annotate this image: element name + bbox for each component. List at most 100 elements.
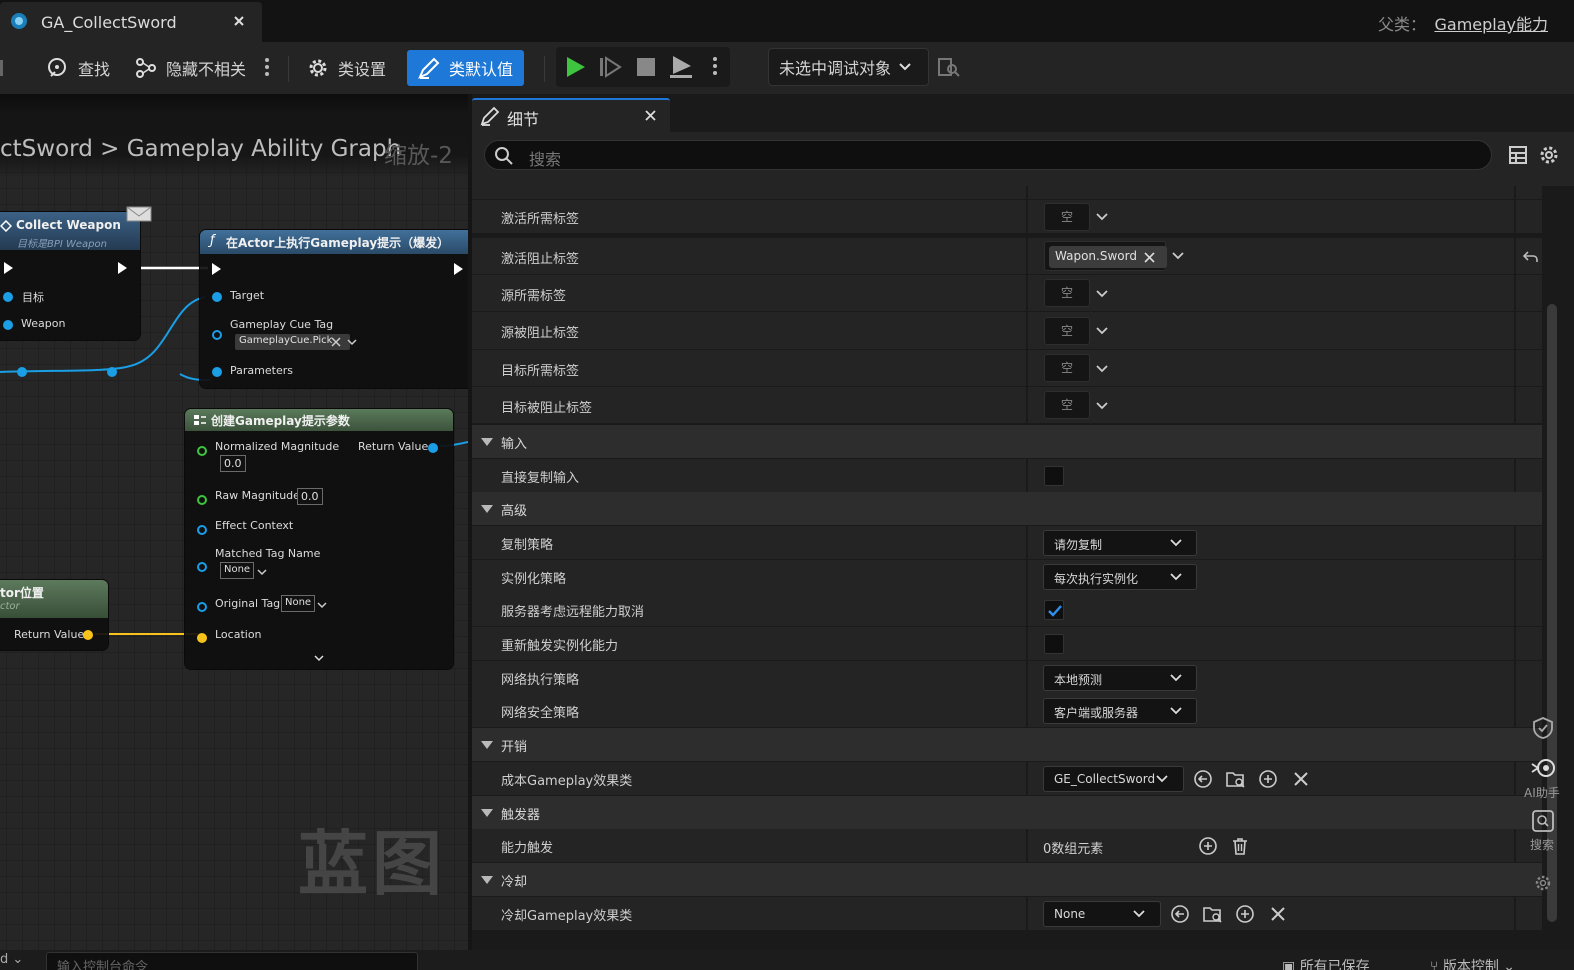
console-mode-select[interactable]: d ⌄ bbox=[0, 952, 23, 967]
remove-tag-icon[interactable] bbox=[1144, 252, 1155, 263]
chevron-down-icon[interactable] bbox=[1096, 213, 1108, 223]
exec-in-pin[interactable] bbox=[4, 262, 13, 274]
version-control-button[interactable]: ⑂ 版本控制 ⌄ bbox=[1430, 956, 1515, 970]
node-make-cue-parameters[interactable]: 创建Gameplay提示参数 Normalized Magnitude 0.0 … bbox=[185, 409, 453, 669]
settings-gear-icon[interactable] bbox=[1538, 144, 1560, 166]
tag-container-empty[interactable]: 空 bbox=[1044, 317, 1090, 345]
document-tab[interactable]: GA_CollectSword bbox=[0, 2, 262, 42]
category-input[interactable]: 输入 bbox=[472, 425, 1542, 459]
row-replication-policy: 复制策略 请勿复制 bbox=[472, 526, 1542, 560]
normalized-magnitude-pin[interactable] bbox=[197, 446, 207, 456]
raw-magnitude-pin[interactable] bbox=[197, 495, 207, 505]
class-defaults-button[interactable]: 类默认值 bbox=[407, 50, 524, 86]
find-button[interactable]: 查找 bbox=[38, 50, 118, 86]
add-element-icon[interactable] bbox=[1198, 836, 1218, 856]
original-tag-select[interactable]: None bbox=[281, 595, 316, 612]
location-pin[interactable] bbox=[197, 633, 207, 643]
chevron-down-icon[interactable] bbox=[317, 602, 327, 609]
save-status[interactable]: ▣ 所有已保存 bbox=[1282, 956, 1370, 970]
step-icon[interactable] bbox=[598, 55, 622, 79]
remove-tag-icon[interactable] bbox=[331, 337, 341, 347]
reset-to-default-icon[interactable] bbox=[1523, 250, 1539, 264]
weapon-pin[interactable] bbox=[3, 320, 13, 330]
ai-assistant-icon[interactable] bbox=[1530, 756, 1558, 780]
eject-possess-icon[interactable] bbox=[668, 53, 694, 79]
blueprint-graph[interactable]: ctSword > Gameplay Ability Graph 缩放-2 Co… bbox=[0, 94, 468, 950]
use-selected-asset-icon[interactable] bbox=[1193, 769, 1213, 789]
clear-icon[interactable] bbox=[1268, 904, 1288, 924]
category-costs[interactable]: 开销 bbox=[472, 728, 1542, 762]
breadcrumb[interactable]: ctSword > Gameplay Ability Graph bbox=[0, 136, 401, 162]
use-selected-asset-icon[interactable] bbox=[1170, 904, 1190, 924]
node-execute-gameplay-cue[interactable]: ƒ 在Actor上执行Gameplay提示（爆发） Target Gamepla… bbox=[200, 230, 468, 388]
exec-out-pin[interactable] bbox=[118, 262, 127, 274]
clear-icon[interactable] bbox=[1291, 769, 1311, 789]
checkbox-unchecked[interactable] bbox=[1044, 634, 1064, 654]
matched-tag-select[interactable]: None bbox=[220, 562, 255, 579]
collapse-triangle-icon bbox=[481, 438, 493, 446]
close-tab-icon[interactable] bbox=[233, 15, 245, 27]
chevron-down-icon[interactable] bbox=[347, 339, 357, 346]
category-advanced[interactable]: 高级 bbox=[472, 492, 1542, 526]
hide-unrelated-options-icon[interactable] bbox=[264, 58, 270, 78]
settings-gear-icon[interactable] bbox=[1534, 874, 1552, 892]
add-new-icon[interactable] bbox=[1258, 769, 1278, 789]
exec-out-pin[interactable] bbox=[454, 263, 463, 275]
details-tab-label: 细节 bbox=[507, 110, 540, 129]
browse-asset-icon[interactable] bbox=[1203, 904, 1223, 924]
effect-context-pin[interactable] bbox=[197, 525, 207, 535]
add-new-icon[interactable] bbox=[1235, 904, 1255, 924]
tag-container-empty[interactable]: 空 bbox=[1044, 203, 1090, 231]
property-label: 能力触发 bbox=[501, 841, 554, 856]
details-search-input[interactable]: 搜索 bbox=[484, 140, 1492, 170]
checkbox-checked[interactable] bbox=[1044, 600, 1064, 620]
debug-browse-icon[interactable] bbox=[938, 56, 960, 78]
browse-asset-icon[interactable] bbox=[1226, 769, 1246, 789]
shield-icon[interactable] bbox=[1532, 716, 1554, 740]
property-matrix-icon[interactable] bbox=[1508, 145, 1528, 165]
play-icon[interactable] bbox=[564, 55, 588, 79]
exec-in-pin[interactable] bbox=[212, 263, 221, 275]
checkbox-unchecked[interactable] bbox=[1044, 466, 1064, 486]
return-value-pin[interactable] bbox=[83, 630, 93, 640]
chevron-down-icon[interactable] bbox=[257, 569, 267, 576]
search-panel-icon[interactable] bbox=[1532, 810, 1554, 832]
debug-target-select[interactable]: 未选中调试对象 bbox=[768, 48, 929, 86]
raw-magnitude-input[interactable]: 0.0 bbox=[297, 488, 323, 505]
tag-container-empty[interactable]: 空 bbox=[1044, 354, 1090, 382]
tag-container-empty[interactable]: 空 bbox=[1044, 279, 1090, 307]
chevron-down-icon[interactable] bbox=[1172, 252, 1184, 262]
category-triggers[interactable]: 触发器 bbox=[472, 796, 1542, 830]
chevron-down-icon bbox=[1170, 707, 1182, 717]
pin-label: Weapon bbox=[21, 317, 66, 330]
chevron-down-icon[interactable] bbox=[1096, 402, 1108, 412]
cue-tag-pin[interactable] bbox=[212, 330, 222, 340]
parameters-pin[interactable] bbox=[212, 367, 222, 377]
close-tab-icon[interactable] bbox=[645, 110, 656, 121]
node-collect-weapon[interactable]: Collect Weapon 目标是BPI Weapon 目标 Weapon bbox=[0, 206, 152, 340]
target-pin[interactable] bbox=[3, 292, 13, 302]
tag-container-empty[interactable]: 空 bbox=[1044, 391, 1090, 419]
class-defaults-label: 类默认值 bbox=[449, 60, 514, 79]
console-input[interactable]: 输入控制台命令 bbox=[46, 952, 418, 970]
category-cooldowns[interactable]: 冷却 bbox=[472, 863, 1542, 897]
matched-tag-pin[interactable] bbox=[197, 562, 207, 572]
node-get-actor-location[interactable]: tor位置 ctor Return Value bbox=[0, 580, 108, 650]
normalized-magnitude-input[interactable]: 0.0 bbox=[220, 455, 246, 472]
original-tag-pin[interactable] bbox=[197, 602, 207, 612]
play-options-icon[interactable] bbox=[712, 57, 718, 77]
parent-class-link[interactable]: Gameplay能力 bbox=[1434, 11, 1548, 35]
chevron-down-icon[interactable] bbox=[1096, 365, 1108, 375]
chevron-down-icon bbox=[1170, 674, 1182, 684]
expand-pins-icon[interactable] bbox=[314, 655, 324, 662]
row-cooldown-gameplay-effect-class: 冷却Gameplay效果类 None bbox=[472, 897, 1542, 931]
stop-icon[interactable] bbox=[634, 55, 658, 79]
details-tab[interactable]: 细节 bbox=[472, 98, 670, 132]
trash-icon[interactable] bbox=[1230, 836, 1250, 856]
return-value-pin[interactable] bbox=[428, 443, 438, 453]
target-pin[interactable] bbox=[212, 292, 222, 302]
chevron-down-icon[interactable] bbox=[1096, 327, 1108, 337]
chevron-down-icon[interactable] bbox=[1096, 290, 1108, 300]
hide-unrelated-button[interactable]: 隐藏不相关 bbox=[126, 50, 254, 86]
class-settings-button[interactable]: 类设置 bbox=[298, 50, 394, 86]
